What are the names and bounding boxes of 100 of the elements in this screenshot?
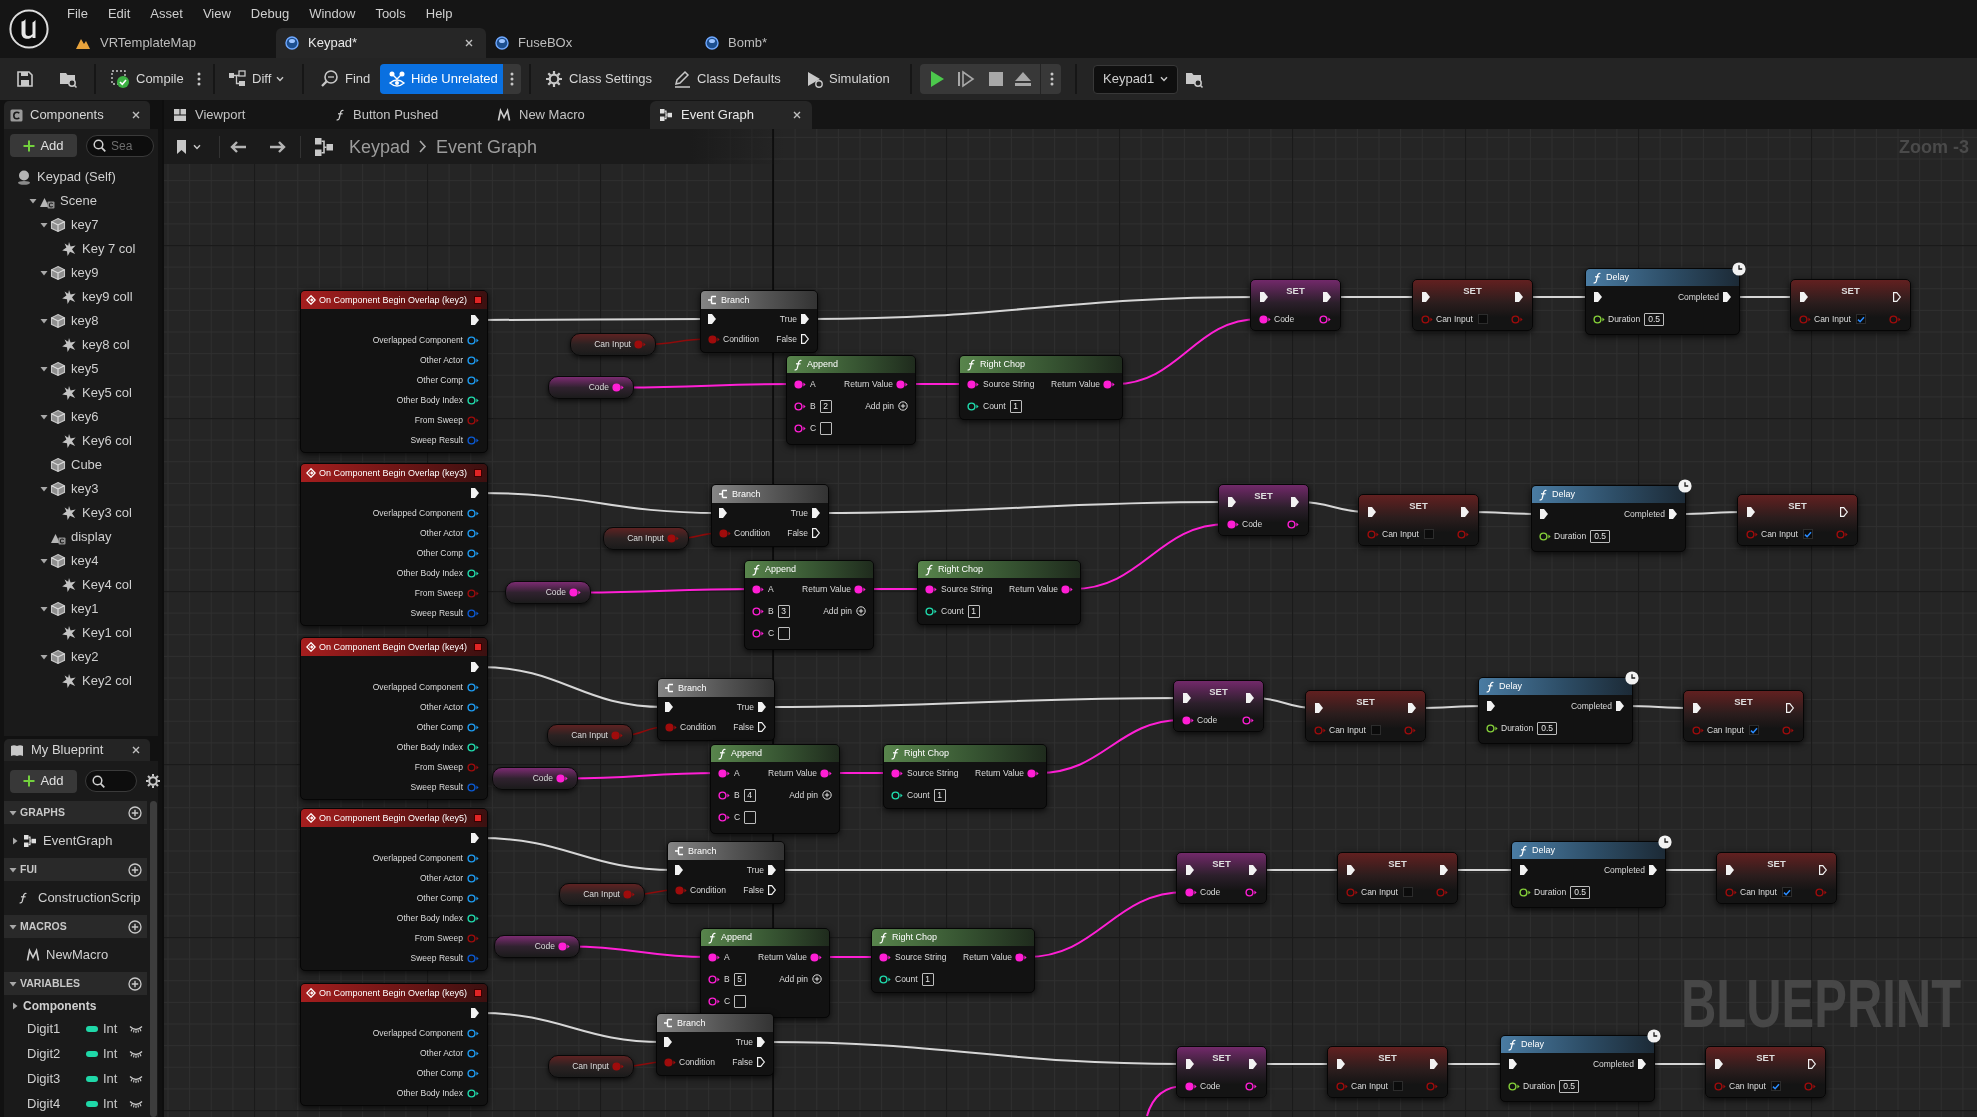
pin-icon[interactable] [1015, 952, 1027, 962]
eject-icon[interactable] [1014, 70, 1032, 88]
pin-icon[interactable] [467, 395, 479, 405]
pin-icon[interactable] [1227, 519, 1239, 529]
checkbox[interactable] [1477, 314, 1488, 324]
square-pin-icon[interactable] [474, 296, 482, 304]
tree-item[interactable]: key3 [50, 479, 99, 499]
tree-item[interactable]: display [50, 527, 112, 547]
macro-item[interactable]: NewMacro [26, 945, 109, 965]
tree-item[interactable]: Key6 col [61, 431, 132, 451]
pin-icon[interactable] [1061, 584, 1073, 594]
pin-icon[interactable] [718, 812, 730, 822]
variable-name[interactable]: Digit2 [27, 1043, 61, 1064]
pin-icon[interactable] [1319, 314, 1331, 324]
pin-icon[interactable] [967, 401, 979, 411]
add-circle-icon[interactable] [128, 805, 142, 820]
caret-icon[interactable] [39, 484, 49, 494]
pin-icon[interactable] [1245, 1081, 1257, 1091]
exec-pin-icon[interactable] [1336, 1058, 1346, 1070]
tree-item[interactable]: Key3 col [61, 503, 132, 523]
pin-icon[interactable] [794, 379, 806, 389]
exec-pin-icon[interactable] [757, 701, 767, 713]
pin-icon[interactable] [925, 584, 937, 594]
exec-pin-icon[interactable] [1486, 700, 1496, 712]
add-pin-icon[interactable] [898, 401, 908, 411]
exec-pin-icon[interactable] [707, 313, 717, 325]
exec-pin-icon[interactable] [664, 701, 674, 713]
variable-name[interactable]: Digit4 [27, 1093, 61, 1114]
stop-icon[interactable] [988, 71, 1004, 87]
exec-pin-icon[interactable] [470, 661, 480, 673]
exec-pin-icon[interactable] [811, 527, 821, 539]
checkbox[interactable] [1392, 1081, 1403, 1091]
exec-pin-icon[interactable] [1692, 702, 1702, 714]
tree-item[interactable]: key8 col [61, 335, 130, 355]
exec-pin-icon[interactable] [663, 1036, 673, 1048]
pin-icon[interactable] [467, 893, 479, 903]
pin-icon[interactable] [925, 606, 937, 616]
exec-pin-icon[interactable] [674, 864, 684, 876]
caret-icon[interactable] [39, 412, 49, 422]
exec-pin-icon[interactable] [1367, 506, 1377, 518]
exec-pin-icon[interactable] [1807, 1058, 1817, 1070]
exec-pin-icon[interactable] [1746, 506, 1756, 518]
caret-icon[interactable] [39, 220, 49, 230]
breadcrumb-link[interactable]: Keypad [349, 137, 411, 156]
exec-pin-icon[interactable] [1421, 291, 1431, 303]
value-field[interactable] [744, 810, 757, 824]
graph-item[interactable]: EventGraph [23, 831, 113, 851]
editor-tab[interactable]: Viewport [164, 101, 250, 129]
pin-icon[interactable] [718, 790, 730, 800]
checkbox[interactable] [1770, 1081, 1781, 1091]
caret-icon[interactable] [39, 268, 49, 278]
exec-pin-icon[interactable] [1346, 864, 1356, 876]
exec-pin-icon[interactable] [1648, 864, 1658, 876]
value-field[interactable]: 0.5 [1559, 1079, 1580, 1093]
pin-icon[interactable] [1245, 887, 1257, 897]
pin-icon[interactable] [1508, 1081, 1520, 1091]
editor-tab[interactable]: Button Pushed [326, 101, 443, 129]
add-pin-icon[interactable] [822, 790, 832, 800]
menu-item[interactable]: Debug [240, 1, 300, 26]
add-circle-icon[interactable] [128, 976, 142, 991]
exec-pin-icon[interactable] [1185, 1058, 1195, 1070]
exec-pin-icon[interactable] [470, 314, 480, 326]
pin-icon[interactable] [612, 383, 624, 392]
search-field[interactable] [85, 770, 137, 792]
pin-icon[interactable] [752, 628, 764, 638]
caret-icon[interactable] [39, 556, 49, 566]
pin-icon[interactable] [467, 702, 479, 712]
checkbox[interactable] [1423, 529, 1434, 539]
forward-arrow-icon[interactable] [269, 139, 287, 154]
eye-closed-icon[interactable] [129, 1098, 143, 1109]
square-pin-icon[interactable] [474, 814, 482, 822]
exec-pin-icon[interactable] [1185, 864, 1195, 876]
value-field[interactable]: 0.5 [1590, 529, 1611, 543]
pin-icon[interactable] [1593, 314, 1605, 324]
exec-pin-icon[interactable] [470, 832, 480, 844]
pin-icon[interactable] [752, 606, 764, 616]
caret-icon[interactable] [28, 196, 38, 206]
exec-pin-icon[interactable] [1725, 864, 1735, 876]
exec-pin-icon[interactable] [800, 313, 810, 325]
variable-name[interactable]: Digit3 [27, 1068, 61, 1089]
pin-icon[interactable] [794, 401, 806, 411]
document-tab[interactable]: VRTemplateMap [66, 28, 200, 58]
hide-unrelated-button[interactable]: Hide Unrelated [380, 64, 503, 94]
scrollbar[interactable] [150, 801, 157, 1117]
section-header[interactable]: FUI [4, 858, 147, 881]
tree-item[interactable]: key2 [50, 647, 99, 667]
add-pin-icon[interactable] [812, 974, 822, 984]
exec-pin-icon[interactable] [1259, 291, 1269, 303]
exec-pin-icon[interactable] [811, 507, 821, 519]
value-field[interactable]: 0.5 [1537, 721, 1558, 735]
add-button[interactable]: Add [10, 769, 77, 793]
menu-item[interactable]: File [57, 1, 98, 26]
tree-item[interactable]: Cube [50, 455, 103, 475]
caret-icon[interactable] [10, 1000, 20, 1011]
settings-icon[interactable] [145, 773, 161, 789]
value-field[interactable] [734, 994, 747, 1008]
pin-icon[interactable] [1539, 531, 1551, 541]
checkbox[interactable] [1781, 887, 1792, 897]
compile-button[interactable]: Compile [104, 64, 192, 94]
pin-icon[interactable] [467, 335, 479, 345]
